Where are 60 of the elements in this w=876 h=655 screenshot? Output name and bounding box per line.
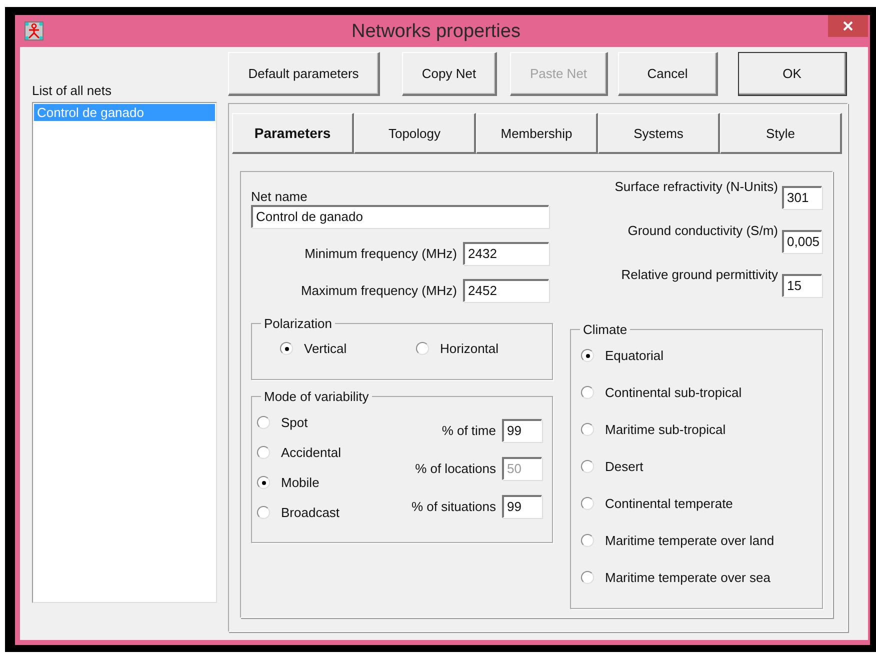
radio-button[interactable] [416,342,429,355]
group-title: Climate [580,322,630,337]
radio-button[interactable] [581,497,594,510]
radio-button[interactable] [257,416,270,429]
radio-label: Continental temperate [605,496,733,511]
radio-button[interactable] [581,571,594,584]
radio-label: Broadcast [281,505,340,520]
radio-label: Desert [605,459,644,474]
radio-button[interactable] [581,534,594,547]
dialog-button[interactable]: Cancel [618,52,718,96]
radio-label: Accidental [281,445,341,460]
radio-button[interactable] [280,342,293,355]
input-field[interactable]: 0,005 [782,230,822,253]
field-label: % of time [442,423,496,438]
radio-button[interactable] [581,423,594,436]
radio-button[interactable] [257,506,270,519]
list-label: List of all nets [32,83,112,98]
radio-button[interactable] [257,446,270,459]
radio-label: Maritime temperate over sea [605,570,770,585]
input-field[interactable]: 301 [782,186,822,209]
input-field[interactable]: 99 [502,419,542,442]
close-button[interactable] [828,15,868,37]
radio-label: Vertical [304,341,347,356]
field-label: Surface refractivity (N-Units) [614,179,778,194]
field-label: Minimum frequency (MHz) [304,246,457,261]
radio-label: Continental sub-tropical [605,385,742,400]
tab[interactable]: Systems [598,113,720,154]
input-field[interactable]: 15 [782,274,822,297]
tab[interactable]: Style [720,113,842,154]
radio-label: Maritime temperate over land [605,533,774,548]
radio-button[interactable] [257,476,270,489]
field-label: Ground conductivity (S/m) [628,223,778,238]
radio-label: Maritime sub-tropical [605,422,726,437]
field-label: % of situations [411,499,496,514]
app-icon [24,21,44,41]
ok-button[interactable]: OK [738,52,847,96]
window-title: Networks properties [350,21,522,43]
dialog-button[interactable]: Default parameters [228,52,380,96]
field-label: Net name [251,189,308,204]
group-title: Polarization [261,316,335,331]
field-label: Relative ground permittivity [621,267,778,282]
tab[interactable]: Parameters [232,113,354,154]
radio-label: Equatorial [605,348,664,363]
radio-button[interactable] [581,349,594,362]
group-title: Mode of variability [261,389,372,404]
dialog-button[interactable]: Copy Net [402,52,497,96]
radio-button[interactable] [581,460,594,473]
radio-button[interactable] [581,386,594,399]
radio-label: Mobile [281,475,320,490]
tab[interactable]: Membership [476,113,598,154]
radio-label: Spot [281,415,308,430]
input-field[interactable]: 2432 [463,242,549,265]
tab[interactable]: Topology [354,113,476,154]
radio-label: Horizontal [440,341,499,356]
field-label: Maximum frequency (MHz) [300,283,457,298]
input-field[interactable]: 2452 [463,279,549,302]
input-field[interactable]: 99 [502,495,542,518]
close-icon [843,21,853,31]
input-field[interactable]: Control de ganado [251,205,549,228]
field-label: % of locations [415,461,496,476]
